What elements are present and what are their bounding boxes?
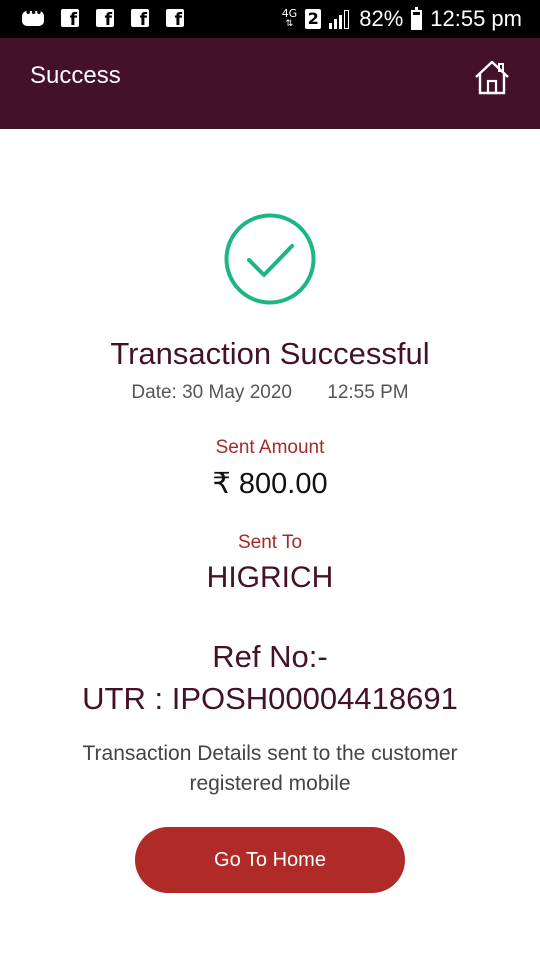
- sent-amount-label: Sent Amount: [215, 437, 325, 458]
- facebook-icon: [166, 9, 184, 30]
- home-icon: [475, 60, 509, 95]
- transaction-time: 12:55 PM: [327, 382, 409, 403]
- app-bar: Success: [0, 38, 540, 129]
- sim-slot-badge: 2: [305, 9, 322, 29]
- battery-percent: 82%: [359, 6, 404, 31]
- network-type: 4G ⇅: [281, 7, 298, 29]
- utr-number: UTR : IPOSH00004418691: [82, 681, 458, 716]
- facebook-icon: [61, 9, 79, 30]
- facebook-icon: [131, 9, 149, 30]
- page-title: Success: [30, 62, 121, 89]
- sent-amount-value: ₹ 800.00: [212, 468, 328, 500]
- status-clock: 12:55 pm: [430, 6, 522, 31]
- sent-to-label: Sent To: [237, 532, 303, 553]
- status-bar: 4G ⇅ 2 82% 12:55 pm: [0, 0, 540, 38]
- recipient-name: HIGRICH: [206, 561, 334, 594]
- ref-no-label: Ref No:-: [212, 639, 328, 674]
- home-button[interactable]: [472, 58, 512, 98]
- facebook-icon: [96, 9, 114, 30]
- transaction-result: Transaction Successful Date: 30 May 2020…: [0, 129, 540, 960]
- sms-notice-text: Transaction Details sent to the customer…: [82, 742, 458, 795]
- notification-icons: [22, 8, 184, 30]
- transaction-date: 30 May 2020: [182, 382, 292, 403]
- transaction-title: Transaction Successful: [110, 336, 430, 371]
- transaction-date-row: Date: 30 May 2020 12:55 PM: [0, 382, 540, 404]
- battery-icon: [411, 7, 423, 30]
- signal-icon: [329, 9, 351, 29]
- go-to-home-button[interactable]: Go To Home: [135, 827, 405, 893]
- check-circle-icon: [224, 213, 316, 305]
- date-label: Date:: [131, 382, 177, 403]
- sms-notice: Transaction Details sent to the customer…: [50, 739, 490, 799]
- chat-icon: [22, 8, 44, 26]
